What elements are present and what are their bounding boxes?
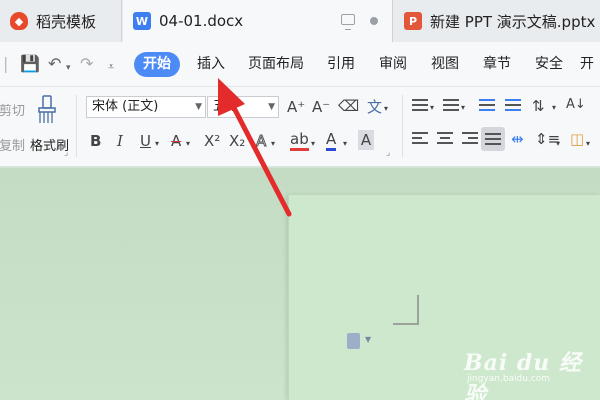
character-shading-button[interactable]: A — [358, 130, 374, 150]
chevron-down-icon[interactable]: ▼ — [365, 335, 371, 344]
shrink-font-icon[interactable]: A⁻ — [312, 97, 330, 117]
clipboard-launcher-icon[interactable]: ⌟ — [64, 143, 68, 163]
cut-button[interactable]: 剪切 — [0, 100, 25, 119]
paragraph-layout-icon[interactable] — [347, 333, 360, 349]
undo-dropdown-icon[interactable]: ▾ — [66, 58, 71, 78]
distributed-align-icon[interactable]: ⇹ — [511, 129, 524, 149]
bullet-list-icon[interactable] — [412, 99, 428, 113]
divider — [76, 95, 77, 157]
margin-corner-mark — [417, 295, 419, 325]
copy-button[interactable]: 复制 — [0, 135, 25, 154]
format-painter-icon[interactable] — [36, 95, 58, 125]
increase-indent-icon[interactable] — [505, 99, 521, 113]
phonetic-guide-icon[interactable]: 文 — [367, 97, 382, 117]
clear-format-icon[interactable]: ⌫ — [338, 96, 359, 116]
bold-button[interactable]: B — [90, 131, 101, 151]
tab-sections[interactable]: 章节 — [478, 52, 516, 77]
chevron-down-icon[interactable]: ▾ — [384, 99, 388, 119]
tab-view[interactable]: 视图 — [426, 52, 464, 77]
font-size-select[interactable]: 五号 ▼ — [207, 96, 279, 118]
title-tab-bar: ◆ 稻壳模板 W 04-01.docx P 新建 PPT 演示文稿.pptx — [0, 0, 600, 42]
monitor-icon[interactable] — [341, 14, 355, 30]
chevron-down-icon: ▼ — [268, 102, 275, 112]
document-page[interactable]: ▼ Bai du 经验 jingyan.baidu.com — [288, 195, 600, 400]
word-doc-icon: W — [133, 12, 151, 30]
highlight-button[interactable]: ab — [290, 130, 309, 151]
chevron-down-icon[interactable]: ▾ — [586, 134, 590, 154]
tab-docer-label: 稻壳模板 — [36, 12, 97, 31]
numbered-list-icon[interactable] — [443, 99, 459, 113]
menu-bar: | 💾 ↶ ▾ ↷ ⩡ 开始 插入 页面布局 引用 审阅 视图 章节 安全 开 — [0, 42, 600, 87]
redo-icon[interactable]: ↷ — [80, 54, 93, 74]
unsaved-dot-icon — [370, 17, 378, 25]
ppt-icon: P — [404, 12, 422, 30]
save-icon[interactable]: 💾 — [20, 54, 40, 74]
tab-document[interactable]: W 04-01.docx — [123, 0, 393, 42]
align-left-icon[interactable] — [412, 132, 428, 146]
chevron-down-icon: ▼ — [195, 102, 202, 112]
font-size-value: 五号 — [213, 99, 240, 114]
sort-icon[interactable]: A↓ — [566, 95, 586, 115]
chevron-down-icon[interactable]: ▾ — [343, 134, 347, 154]
align-right-icon[interactable] — [462, 132, 478, 146]
customize-dropdown-icon[interactable]: ⩡ — [108, 57, 114, 77]
chevron-down-icon[interactable]: ▾ — [311, 134, 315, 154]
undo-icon[interactable]: ↶ — [48, 54, 61, 74]
decrease-indent-icon[interactable] — [479, 99, 495, 113]
chevron-down-icon[interactable]: ▾ — [271, 134, 275, 154]
justify-button[interactable] — [481, 127, 505, 151]
tab-home[interactable]: 开始 — [134, 52, 180, 77]
divider — [402, 95, 403, 157]
text-effect-button[interactable]: A — [255, 131, 266, 151]
tab-docer[interactable]: ◆ 稻壳模板 — [0, 0, 122, 42]
chevron-down-icon[interactable]: ▾ — [186, 134, 190, 154]
tab-presentation[interactable]: P 新建 PPT 演示文稿.pptx — [394, 0, 600, 42]
baidu-watermark-url: jingyan.baidu.com — [467, 374, 551, 384]
tab-presentation-label: 新建 PPT 演示文稿.pptx — [430, 12, 596, 31]
font-name-select[interactable]: 宋体 (正文) ▼ — [86, 96, 206, 118]
tab-insert[interactable]: 插入 — [192, 52, 230, 77]
chevron-down-icon[interactable]: ▾ — [461, 98, 465, 118]
chevron-down-icon[interactable]: ▾ — [556, 134, 560, 154]
tab-document-label: 04-01.docx — [159, 12, 244, 30]
italic-button[interactable]: I — [117, 131, 123, 151]
superscript-button[interactable]: X² — [204, 131, 220, 151]
menu-divider-icon: | — [3, 54, 9, 73]
document-canvas: ▼ Bai du 经验 jingyan.baidu.com — [0, 168, 600, 400]
chevron-down-icon[interactable]: ▾ — [430, 98, 434, 118]
align-center-icon[interactable] — [437, 132, 453, 146]
chevron-down-icon[interactable]: ▾ — [552, 98, 556, 118]
tab-page-layout[interactable]: 页面布局 — [244, 52, 308, 77]
tab-review[interactable]: 审阅 — [374, 52, 412, 77]
subscript-button[interactable]: X₂ — [229, 131, 245, 151]
borders-icon[interactable]: ◫ — [570, 129, 584, 149]
font-color-button[interactable]: A — [326, 130, 337, 151]
underline-button[interactable]: U — [140, 131, 151, 151]
chevron-down-icon[interactable]: ▾ — [155, 134, 159, 154]
margin-corner-mark — [393, 323, 419, 325]
grow-font-icon[interactable]: A⁺ — [287, 97, 305, 117]
justify-icon — [485, 133, 501, 147]
text-direction-icon[interactable]: ⇅ — [532, 96, 545, 116]
font-name-value: 宋体 (正文) — [92, 99, 159, 114]
baidu-watermark: Bai du 经验 — [464, 350, 582, 400]
tab-developer[interactable]: 开 — [580, 52, 600, 77]
tab-security[interactable]: 安全 — [530, 52, 568, 77]
font-launcher-icon[interactable]: ⌟ — [386, 143, 390, 163]
tab-references[interactable]: 引用 — [322, 52, 360, 77]
docer-icon: ◆ — [10, 12, 28, 30]
strikethrough-button[interactable]: A — [171, 131, 181, 151]
ribbon-toolbar: 剪切 复制 格式刷 ⌟ 宋体 (正文) ▼ 五号 ▼ A⁺ A⁻ ⌫ 文 ▾ B… — [0, 87, 600, 167]
